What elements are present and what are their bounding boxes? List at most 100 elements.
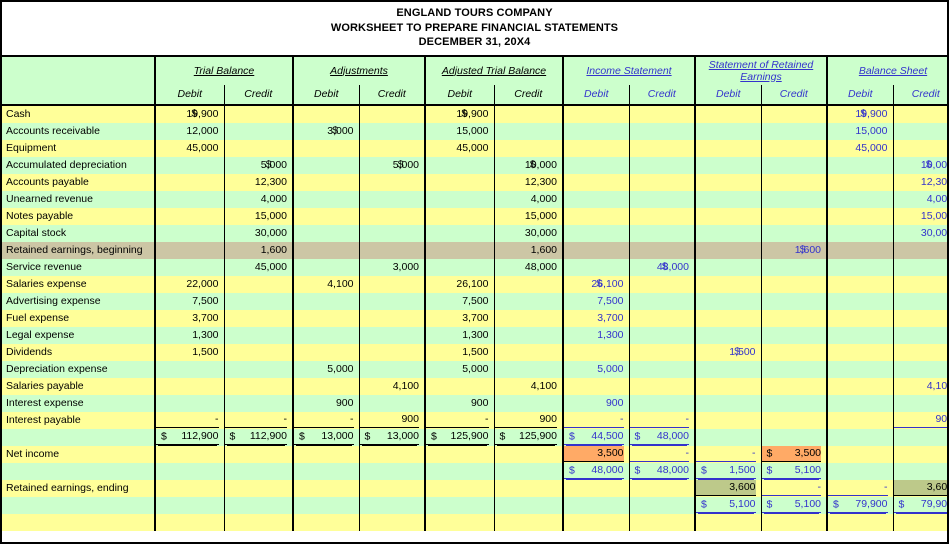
currency-symbol: $ xyxy=(799,243,806,255)
column-group-label: Adjusted Trial Balance xyxy=(441,64,547,77)
empty-cell xyxy=(292,445,359,463)
empty-cell xyxy=(694,207,761,225)
amount-value: 30,000 xyxy=(920,226,948,239)
amount-value: 1,500 xyxy=(192,345,219,358)
worksheet-subtitle: WORKSHEET TO PREPARE FINANCIAL STATEMENT… xyxy=(330,21,619,34)
empty-cell xyxy=(826,360,893,378)
amount-cell: - xyxy=(223,411,294,429)
amount-value: 3,000 xyxy=(327,124,354,137)
amount-cell: $10,000 xyxy=(493,156,564,174)
table-row: Salaries expense 22,000 4,100 26,100 $26,100 xyxy=(2,275,947,293)
empty-cell xyxy=(694,122,761,140)
empty-cell xyxy=(424,462,494,480)
worksheet-date: DECEMBER 31, 20X4 xyxy=(418,36,531,48)
empty-cell xyxy=(826,292,893,310)
empty-cell xyxy=(694,292,761,310)
amount-cell: 45,000 xyxy=(155,139,224,157)
amount-value: 1,300 xyxy=(462,328,489,341)
subheader-credit-11: Credit xyxy=(892,84,947,106)
empty-cell xyxy=(424,241,494,259)
amount-value: 15,000 xyxy=(855,124,888,137)
amount-value: 45,000 xyxy=(456,141,489,154)
empty-cell xyxy=(826,224,893,242)
empty-cell xyxy=(694,377,761,395)
currency-symbol: $ xyxy=(461,107,468,119)
column-group-header-adjusted-trial-balance: Adjusted Trial Balance xyxy=(424,56,564,85)
empty-cell xyxy=(760,309,828,327)
currency-symbol: $ xyxy=(431,430,437,442)
account-label xyxy=(2,428,156,446)
empty-cell xyxy=(760,428,828,446)
account-label: Depreciation expense xyxy=(2,360,156,378)
empty-cell xyxy=(628,122,696,140)
amount-value: 12,300 xyxy=(524,175,557,188)
amount-value: 13,000 xyxy=(321,430,354,442)
amount-cell: $125,900 xyxy=(424,428,494,446)
amount-cell: $19,900 xyxy=(826,104,893,123)
empty-cell xyxy=(493,139,564,157)
empty-cell xyxy=(493,445,564,463)
amount-value: 1,500 xyxy=(729,464,756,476)
empty-cell xyxy=(826,275,893,293)
empty-cell xyxy=(826,207,893,225)
empty-cell xyxy=(826,462,893,480)
account-label: Notes payable xyxy=(2,207,156,225)
account-label: Salaries payable xyxy=(2,377,156,395)
amount-cell: 900 xyxy=(562,394,629,412)
amount-cell: - xyxy=(826,479,893,497)
amount-value: 5,000 xyxy=(462,362,489,375)
amount-cell: 1,300 xyxy=(155,326,224,344)
empty-cell xyxy=(292,496,359,514)
column-group-header-balance-sheet: Balance Sheet xyxy=(826,56,947,85)
amount-cell: $3,500 xyxy=(760,445,828,463)
empty-cell xyxy=(493,360,564,378)
subheader-debit-0: Debit xyxy=(155,84,224,106)
empty-cell xyxy=(155,394,224,412)
account-label xyxy=(2,496,156,514)
amount-cell: 12,300 xyxy=(892,173,947,191)
empty-cell xyxy=(628,309,696,327)
amount-cell: 3,600 xyxy=(892,479,947,497)
amount-cell: $44,500 xyxy=(562,428,629,446)
empty-cell xyxy=(424,377,494,395)
amount-cell: 15,000 xyxy=(493,207,564,225)
empty-cell xyxy=(358,292,426,310)
amount-cell: 26,100 xyxy=(424,275,494,293)
empty-cell xyxy=(292,139,359,157)
amount-cell: $48,000 xyxy=(628,258,696,276)
subheader-credit-5: Credit xyxy=(493,84,564,106)
amount-value: 44,500 xyxy=(591,430,624,442)
amount-cell: 45,000 xyxy=(223,258,294,276)
currency-symbol: $ xyxy=(161,430,167,442)
currency-symbol: $ xyxy=(925,158,932,170)
amount-cell: 5,000 xyxy=(292,360,359,378)
amount-value: 3,700 xyxy=(462,311,489,324)
amount-cell: 7,500 xyxy=(424,292,494,310)
empty-cell xyxy=(694,224,761,242)
empty-cell xyxy=(628,377,696,395)
empty-cell xyxy=(694,173,761,191)
empty-cell xyxy=(493,343,564,361)
empty-cell xyxy=(562,479,629,497)
amount-cell: 4,000 xyxy=(223,190,294,208)
amount-value: 4,100 xyxy=(392,379,419,392)
amount-cell: 900 xyxy=(424,394,494,412)
empty-cell xyxy=(155,224,224,242)
amount-cell: 900 xyxy=(892,411,947,429)
amount-cell: 5,000 xyxy=(562,360,629,378)
empty-cell xyxy=(358,275,426,293)
empty-cell xyxy=(358,241,426,259)
account-label xyxy=(2,462,156,480)
empty-cell xyxy=(155,513,224,531)
amount-value: 5,000 xyxy=(392,158,419,171)
account-label: Fuel expense xyxy=(2,309,156,327)
empty-cell xyxy=(694,428,761,446)
amount-value: 3,000 xyxy=(392,260,419,273)
column-group-header-row: Trial Balance Adjustments Adjusted Trial B… xyxy=(2,56,947,85)
amount-value: 1,500 xyxy=(729,345,756,358)
empty-cell xyxy=(358,496,426,514)
amount-cell: $125,900 xyxy=(493,428,564,446)
amount-cell: 30,000 xyxy=(892,224,948,242)
empty-cell xyxy=(826,156,893,174)
amount-value: 22,000 xyxy=(186,277,219,290)
